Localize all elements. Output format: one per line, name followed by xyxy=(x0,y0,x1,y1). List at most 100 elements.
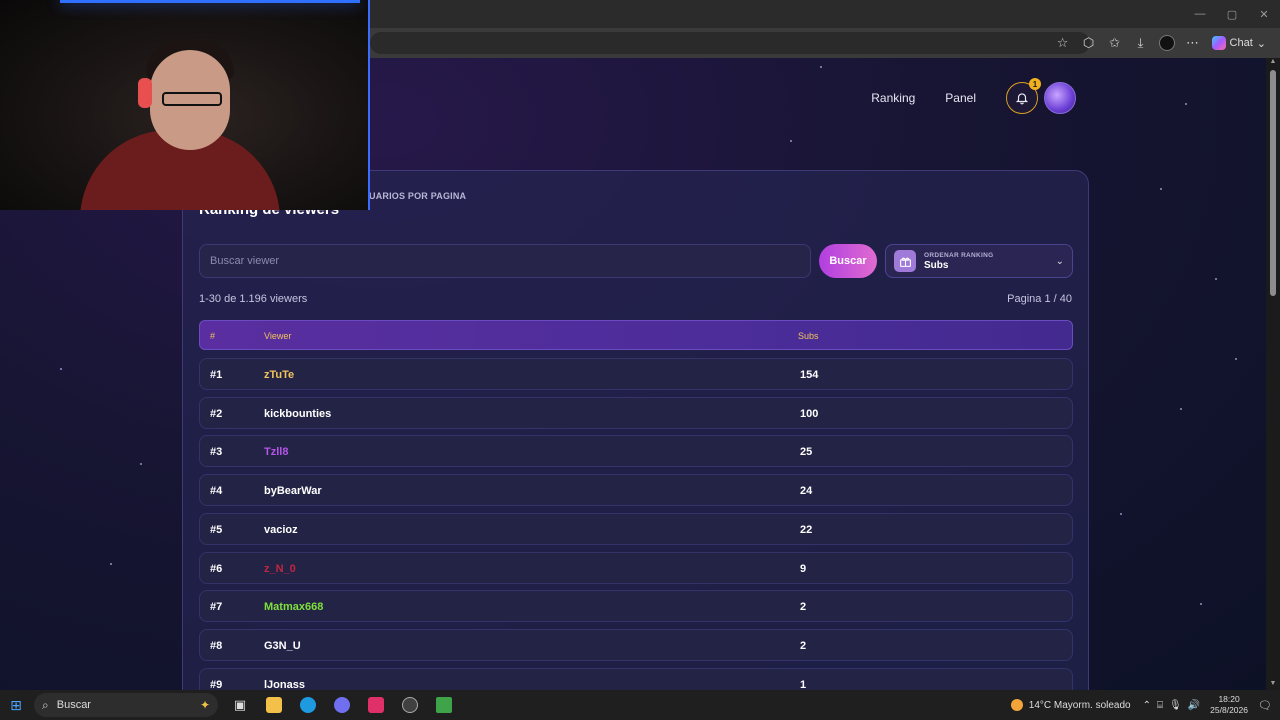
row-subs-count: 2 xyxy=(800,639,807,652)
minecraft-app-icon[interactable] xyxy=(428,690,460,720)
row-subs-count: 24 xyxy=(800,485,813,498)
sort-label: ORDENAR RANKING xyxy=(924,251,994,259)
windows-taskbar: ⊞ ⌕ Buscar ✦ ▣ 14°C Mayorm. soleado ⌃ ⌸ … xyxy=(0,690,1280,720)
volume-icon[interactable]: 🔊 xyxy=(1188,700,1200,711)
windows-start-icon[interactable]: ⊞ xyxy=(0,690,32,720)
row-rank: #5 xyxy=(210,523,223,536)
row-subs-count: 154 xyxy=(800,369,819,381)
row-rank: #6 xyxy=(210,562,223,575)
gift-icon xyxy=(894,250,916,272)
taskbar-clock[interactable]: 18:20 25/8/2026 xyxy=(1210,694,1248,716)
scroll-up-icon[interactable]: ▲ xyxy=(1266,58,1280,68)
nav-panel-link[interactable]: Panel xyxy=(945,91,976,105)
row-viewer-name[interactable]: lJonass xyxy=(264,679,305,690)
search-button[interactable]: Buscar xyxy=(819,244,877,278)
row-viewer-name[interactable]: zTuTe xyxy=(264,369,294,381)
sparkle-icon: ✦ xyxy=(199,698,210,712)
extensions-icon[interactable]: ⬡ xyxy=(1078,32,1100,54)
scroll-down-icon[interactable]: ▼ xyxy=(1266,680,1280,690)
ranking-panel: UARIOS POR PAGINA Ranking de viewers Bus… xyxy=(182,170,1089,690)
header-subs: Subs xyxy=(798,331,819,341)
header-viewer: Viewer xyxy=(264,331,292,341)
page-scrollbar[interactable]: ▲ ▼ xyxy=(1266,58,1280,690)
maximize-button[interactable]: ▢ xyxy=(1216,0,1248,28)
address-bar[interactable] xyxy=(370,32,1090,54)
system-tray: 14°C Mayorm. soleado ⌃ ⌸ 🎙 🔊 18:20 25/8/… xyxy=(1010,690,1280,720)
download-icon[interactable]: ⤓ xyxy=(1130,32,1152,54)
favorite-star-icon[interactable]: ☆ xyxy=(1052,32,1074,54)
webcam-overlay xyxy=(0,0,370,210)
copilot-chat-button[interactable]: Chat ⌄ xyxy=(1208,36,1270,50)
obs-app-icon[interactable] xyxy=(394,690,426,720)
notification-center-icon[interactable]: 🗨 xyxy=(1254,699,1276,712)
more-options-icon[interactable]: ⋯ xyxy=(1182,32,1204,54)
microphone-icon[interactable]: 🎙 xyxy=(1169,700,1182,711)
chevron-up-icon[interactable]: ⌃ xyxy=(1143,700,1151,711)
bell-icon xyxy=(1015,93,1029,105)
table-row[interactable]: #1 zTuTe 154 xyxy=(199,358,1073,390)
table-row[interactable]: #9 lJonass 1 xyxy=(199,667,1073,690)
table-row[interactable]: #3 Tzll8 25 xyxy=(199,435,1073,468)
table-row[interactable]: #4 byBearWar 24 xyxy=(199,474,1073,507)
header-rank: # xyxy=(210,331,216,341)
clock-date: 25/8/2026 xyxy=(1210,705,1248,715)
table-row[interactable]: #5 vacioz 22 xyxy=(199,512,1073,545)
media-app-icon[interactable] xyxy=(360,690,392,720)
row-rank: #1 xyxy=(210,369,223,381)
table-row[interactable]: #6 z_N_0 9 xyxy=(199,551,1073,584)
copilot-label: Chat xyxy=(1229,37,1253,49)
notifications-button[interactable]: 1 xyxy=(1006,78,1041,114)
row-rank: #7 xyxy=(210,601,223,614)
taskbar-search-label: Buscar xyxy=(56,699,91,711)
row-rank: #9 xyxy=(210,678,223,690)
chevron-down-icon: ⌄ xyxy=(1256,37,1266,50)
row-subs-count: 1 xyxy=(800,678,807,690)
weather-text: 14°C Mayorm. soleado xyxy=(1028,699,1131,711)
edge-browser-icon[interactable] xyxy=(292,690,324,720)
row-subs-count: 2 xyxy=(800,601,807,614)
copilot-icon xyxy=(1211,36,1226,50)
row-subs-count: 22 xyxy=(800,523,813,536)
sort-value: Subs xyxy=(924,259,949,271)
row-viewer-name[interactable]: kickbounties xyxy=(264,408,331,420)
user-avatar[interactable] xyxy=(1044,82,1076,114)
row-rank: #4 xyxy=(210,485,223,498)
close-window-button[interactable]: ✕ xyxy=(1248,0,1280,28)
row-subs-count: 100 xyxy=(800,407,819,420)
search-viewer-input[interactable] xyxy=(199,244,811,278)
weather-widget[interactable]: 14°C Mayorm. soleado xyxy=(1010,699,1131,711)
discord-app-icon[interactable] xyxy=(326,690,358,720)
minimize-button[interactable]: — xyxy=(1184,0,1216,28)
network-icon[interactable]: ⌸ xyxy=(1157,700,1163,711)
per-page-label: UARIOS POR PAGINA xyxy=(369,191,467,201)
profile-icon[interactable] xyxy=(1156,32,1178,54)
scroll-thumb[interactable] xyxy=(1270,70,1276,296)
row-viewer-name[interactable]: Matmax668 xyxy=(264,601,323,613)
chevron-down-icon: ⌄ xyxy=(1055,255,1064,267)
taskbar-search[interactable]: ⌕ Buscar ✦ xyxy=(34,693,218,717)
row-rank: #8 xyxy=(210,639,223,652)
table-header: # Viewer Subs xyxy=(199,320,1073,350)
row-rank: #3 xyxy=(210,446,223,459)
row-viewer-name[interactable]: byBearWar xyxy=(264,485,322,497)
row-rank: #2 xyxy=(210,407,223,420)
collections-icon[interactable]: ✩ xyxy=(1104,32,1126,54)
row-subs-count: 25 xyxy=(800,446,813,459)
row-subs-count: 9 xyxy=(800,562,807,575)
results-count: 1-30 de 1.196 viewers xyxy=(199,293,308,305)
weather-sun-icon xyxy=(1010,699,1023,711)
file-explorer-icon[interactable] xyxy=(258,690,290,720)
window-controls: — ▢ ✕ xyxy=(1184,0,1280,28)
table-row[interactable]: #2 kickbounties 100 xyxy=(199,396,1073,429)
table-row[interactable]: #7 Matmax668 2 xyxy=(199,590,1073,623)
nav-ranking-link[interactable]: Ranking xyxy=(871,91,915,105)
row-viewer-name[interactable]: vacioz xyxy=(264,524,298,536)
row-viewer-name[interactable]: G3N_U xyxy=(264,640,301,652)
page-indicator: Pagina 1 / 40 xyxy=(1007,293,1072,305)
row-viewer-name[interactable]: z_N_0 xyxy=(264,563,296,575)
row-viewer-name[interactable]: Tzll8 xyxy=(264,446,288,458)
notification-count-badge: 1 xyxy=(1029,78,1041,90)
sort-ranking-select[interactable]: ORDENAR RANKING Subs ⌄ xyxy=(885,244,1073,278)
task-view-icon[interactable]: ▣ xyxy=(224,690,256,720)
table-row[interactable]: #8 G3N_U 2 xyxy=(199,628,1073,661)
